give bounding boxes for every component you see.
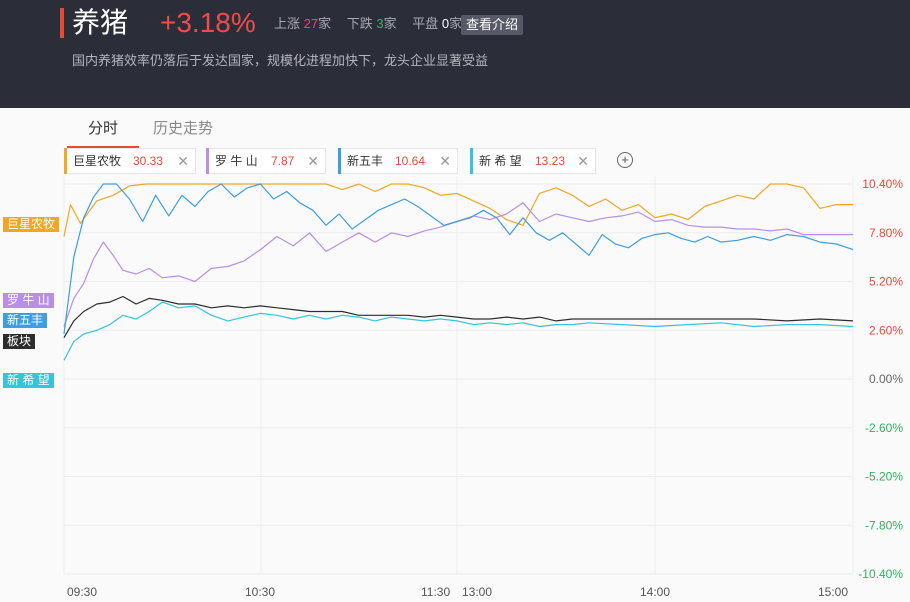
legend-sector: 板块 [3, 334, 36, 349]
chip-name: 新 希 望 [479, 154, 522, 168]
add-stock-icon[interactable]: + [617, 152, 633, 168]
intraday-chart: 10.40% 7.80% 5.20% 2.60% 0.00% -2.60% -5.20% -7… [63, 176, 903, 599]
chip-color-stripe [470, 148, 473, 174]
chip-name: 巨星农牧 [73, 154, 122, 168]
series-line [63, 295, 854, 339]
stock-chip-xwf[interactable]: 新五丰 10.64 ✕ [338, 148, 458, 174]
y-tick-label: -5.20% [865, 470, 903, 484]
chip-color-stripe [338, 148, 341, 174]
y-tick-label: -10.40% [858, 567, 903, 581]
y-tick-label: 2.60% [869, 323, 903, 337]
x-tick-label: 11:30 [421, 585, 450, 599]
sector-description: 国内养猪效率仍落后于发达国家，规模化进程加快下，龙头企业显著受益 [72, 53, 489, 68]
up-unit: 家 [318, 16, 332, 31]
tab-history[interactable]: 历史走势 [153, 120, 213, 142]
stock-chip-xxw[interactable]: 新 希 望 13.23 ✕ [470, 148, 596, 174]
close-icon[interactable]: ✕ [439, 149, 451, 173]
sector-change: +3.18% [160, 7, 256, 38]
breadth-stats: 上涨 27家 下跌 3家 平盘 0家 [274, 16, 474, 32]
chip-name: 新五丰 [347, 154, 384, 168]
up-count-group: 上涨 27家 [274, 16, 331, 31]
chip-value: 10.64 [395, 154, 426, 168]
stock-chip-jxnm[interactable]: 巨星农牧 30.33 ✕ [64, 148, 196, 174]
close-icon[interactable]: ✕ [177, 149, 189, 173]
legend-xxw: 新 希 望 [3, 373, 54, 388]
title-accent-bar [60, 8, 64, 38]
chip-color-stripe [206, 148, 209, 174]
chip-value: 13.23 [535, 154, 566, 168]
y-tick-label: -2.60% [865, 421, 903, 435]
stock-chip-lns[interactable]: 罗 牛 山 7.87 ✕ [206, 148, 326, 174]
series-line [63, 183, 854, 335]
down-label: 下跌 [346, 16, 373, 31]
x-tick-label: 14:00 [640, 585, 670, 599]
tab-intraday[interactable]: 分时 [88, 120, 118, 142]
legend-lns: 罗 牛 山 [3, 293, 54, 308]
y-tick-label: 0.00% [869, 372, 903, 386]
y-tick-label: 5.20% [869, 275, 903, 289]
view-intro-button[interactable]: 查看介绍 [461, 15, 524, 35]
legend-xwf: 新五丰 [3, 313, 48, 328]
x-tick-label: 09:30 [67, 585, 97, 599]
y-tick-label: -7.80% [865, 518, 903, 532]
sector-header: 养猪 +3.18% 上涨 27家 下跌 3家 平盘 0家 查看介绍 国内养猪效率… [0, 0, 910, 108]
chip-value: 30.33 [133, 154, 164, 168]
chip-name: 罗 牛 山 [215, 154, 258, 168]
series-line [63, 301, 854, 361]
up-count: 27 [303, 16, 319, 31]
chip-color-stripe [64, 148, 67, 174]
y-tick-label: 10.40% [862, 177, 903, 191]
x-tick-label: 10:30 [245, 585, 275, 599]
x-tick-label: 15:00 [818, 585, 848, 599]
chart-panel: 10.40% 7.80% 5.20% 2.60% 0.00% -2.60% -5.20% -7… [0, 108, 910, 602]
down-count-group: 下跌 3家 [347, 16, 397, 31]
flat-label: 平盘 [412, 16, 439, 31]
flat-count-group: 平盘 0家 [412, 16, 462, 31]
legend-jxnm: 巨星农牧 [3, 217, 60, 232]
up-label: 上涨 [274, 16, 301, 31]
close-icon[interactable]: ✕ [577, 149, 589, 173]
chip-value: 7.87 [271, 154, 295, 168]
sector-title: 养猪 [72, 7, 129, 38]
y-tick-label: 7.80% [869, 226, 903, 240]
down-unit: 家 [383, 16, 397, 31]
close-icon[interactable]: ✕ [307, 149, 319, 173]
down-count: 3 [376, 16, 384, 31]
x-tick-label: 13:00 [462, 585, 492, 599]
